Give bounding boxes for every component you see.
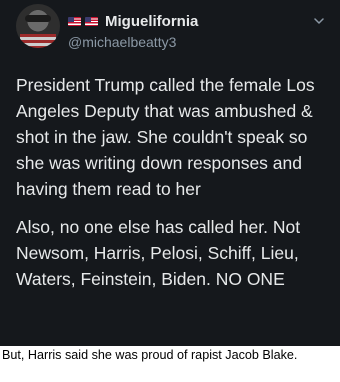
display-name[interactable]: Miguelifornia <box>105 13 198 30</box>
avatar-hat <box>25 15 51 22</box>
tweet-header: Miguelifornia @michaelbeatty3 <box>68 10 323 50</box>
name-row: Miguelifornia <box>68 10 323 32</box>
chevron-down-icon[interactable] <box>314 16 324 26</box>
tweet-paragraph: Also, no one else has called her. Not Ne… <box>16 217 301 289</box>
us-flag-icon <box>85 16 98 26</box>
user-handle[interactable]: @michaelbeatty3 <box>68 34 323 50</box>
avatar-flag-backdrop <box>20 34 56 48</box>
tweet-card: Miguelifornia @michaelbeatty3 President … <box>0 0 340 346</box>
caption-text: But, Harris said she was proud of rapist… <box>2 348 298 362</box>
avatar[interactable] <box>16 4 60 48</box>
us-flag-icon <box>68 16 81 26</box>
tweet-paragraph: President Trump called the female Los An… <box>16 75 315 199</box>
tweet-text: President Trump called the female Los An… <box>16 72 332 292</box>
